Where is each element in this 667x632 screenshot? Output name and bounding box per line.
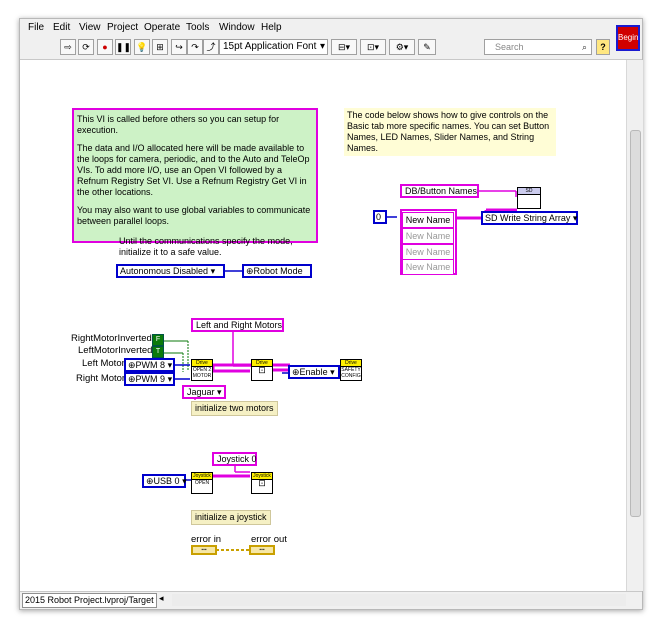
scroll-left-icon[interactable]: ◂ <box>159 593 164 604</box>
menu-bar: File Edit View Project Operate Tools Win… <box>20 19 642 37</box>
joystick-refnum-set-vi[interactable]: Joystick ⊡ <box>251 472 273 494</box>
robot-mode-label: Robot Mode <box>253 266 303 276</box>
error-out-indicator[interactable]: ▪▪▪ <box>249 545 275 555</box>
array-element[interactable]: New Name <box>402 244 454 260</box>
error-out-label: error out <box>251 534 287 545</box>
joystick-refnum-name[interactable]: Joystick 0 <box>212 452 257 466</box>
jaguar-constant-value: Jaguar <box>187 387 215 397</box>
error-in-label: error in <box>191 534 222 545</box>
right-inverted-constant[interactable]: F <box>152 334 164 346</box>
distribute-objects-icon[interactable]: ⊡▾ <box>360 39 386 55</box>
setup-comment: This VI is called before others so you c… <box>72 108 318 243</box>
vi-icon-label: Begin <box>618 27 638 49</box>
usb-port-constant[interactable]: ⊕USB 0 ▾ <box>142 474 187 488</box>
setup-comment-p3: You may also want to use global variable… <box>77 205 311 226</box>
toolbar: ⇨ ⟳ ● ❚❚ 💡 ⊞ ↪ ↷ ⤴ 15pt Application Font… <box>20 37 642 60</box>
step-into-icon[interactable]: ↪ <box>171 39 187 55</box>
right-inverted-label: RightMotorInverted <box>71 333 152 344</box>
joystick-open-vi[interactable]: Joystick OPEN <box>191 472 213 494</box>
array-element[interactable]: New Name <box>402 228 454 244</box>
drive-refnum-set-vi[interactable]: Drive ⊡ <box>251 359 273 381</box>
context-help-icon[interactable]: ? <box>596 39 610 55</box>
sd-write-selector[interactable]: SD Write String Array ▾ <box>481 211 578 225</box>
retain-wire-values-icon[interactable]: ⊞ <box>152 39 168 55</box>
vertical-scrollbar[interactable] <box>626 60 643 591</box>
reorder-icon[interactable]: ⚙▾ <box>389 39 415 55</box>
array-index[interactable]: 0 <box>373 210 387 224</box>
pause-icon[interactable]: ❚❚ <box>115 39 131 55</box>
refnum-set-icon: ⊡ <box>258 365 266 375</box>
error-in-control[interactable]: ▪▪▪ <box>191 545 217 555</box>
diagram-canvas[interactable]: This VI is called before others so you c… <box>20 60 626 591</box>
abort-icon[interactable]: ● <box>97 39 113 55</box>
left-motor-label: Left Motor <box>82 358 125 369</box>
left-motor-pwm-value: PWM 8 <box>135 360 166 370</box>
run-continuously-icon[interactable]: ⟳ <box>78 39 94 55</box>
safety-config-vi-text: SAFETY CONFIG <box>341 367 361 379</box>
menu-help[interactable]: Help <box>261 22 282 33</box>
run-arrow-icon[interactable]: ⇨ <box>60 39 76 55</box>
horizontal-scrollbar[interactable] <box>172 594 626 606</box>
right-motor-label: Right Motor <box>76 373 126 384</box>
menu-view[interactable]: View <box>79 22 101 33</box>
menu-edit[interactable]: Edit <box>53 22 70 33</box>
safety-config-vi-label: Drive <box>341 360 361 367</box>
block-diagram-window: File Edit View Project Operate Tools Win… <box>19 18 643 610</box>
vi-icon: Begin <box>616 25 640 51</box>
right-motor-pwm[interactable]: ⊕PWM 9 ▾ <box>124 372 175 386</box>
joystick-open-vi-text: OPEN <box>194 480 210 486</box>
right-motor-pwm-value: PWM 9 <box>135 374 166 384</box>
menu-file[interactable]: File <box>28 22 44 33</box>
step-over-icon[interactable]: ↷ <box>187 39 203 55</box>
clean-up-diagram-icon[interactable]: ✎ <box>418 39 436 55</box>
font-selector-value: 15pt Application Font <box>223 41 317 52</box>
search-icon: ⌕ <box>581 42 587 52</box>
array-element[interactable]: New Name <box>402 259 454 275</box>
joystick-open-vi-label: Joystick <box>192 473 212 480</box>
step-out-icon[interactable]: ⤴ <box>203 39 219 55</box>
usb-port-value: USB 0 <box>153 476 180 486</box>
highlight-execution-icon[interactable]: 💡 <box>134 39 150 55</box>
menu-window[interactable]: Window <box>219 22 255 33</box>
safety-config-vi[interactable]: Drive SAFETY CONFIG <box>340 359 362 381</box>
enable-constant[interactable]: ⊕Enable ▾ <box>288 365 340 379</box>
mode-constant[interactable]: Autonomous Disabled ▾ <box>116 264 225 278</box>
motors-comment: initialize two motors <box>191 401 278 416</box>
sd-write-vi[interactable]: SD <box>517 187 541 209</box>
search-input[interactable]: Search ⌕ <box>484 39 592 55</box>
joystick-comment: initialize a joystick <box>191 510 271 525</box>
align-objects-icon[interactable]: ⊟▾ <box>331 39 357 55</box>
names-array[interactable]: New Name New Name New Name New Name <box>400 209 457 275</box>
open-2-motor-vi-label: Drive <box>192 360 212 367</box>
left-inverted-constant[interactable]: T <box>152 346 164 358</box>
sd-write-vi-label: SD <box>518 188 540 195</box>
search-placeholder: Search <box>495 42 524 52</box>
refnum-set-icon: ⊡ <box>258 478 266 488</box>
project-path[interactable]: 2015 Robot Project.lvproj/Target <box>22 593 157 608</box>
names-comment: The code below shows how to give control… <box>344 108 556 156</box>
motors-refnum-name[interactable]: Left and Right Motors <box>191 318 284 332</box>
robot-mode-indicator[interactable]: ⊕Robot Mode <box>242 264 312 278</box>
db-button-names[interactable]: DB/Button Names <box>400 184 479 198</box>
setup-comment-p2: The data and I/O allocated here will be … <box>77 143 310 197</box>
jaguar-constant[interactable]: Jaguar ▾ <box>182 385 226 399</box>
mode-comment: Until the communications specify the mod… <box>119 236 293 257</box>
font-selector[interactable]: 15pt Application Font ▾ <box>219 39 328 55</box>
open-2-motor-vi-text: OPEN 2 MOTOR <box>192 367 212 379</box>
setup-comment-p1: This VI is called before others so you c… <box>77 114 280 135</box>
vertical-scroll-thumb[interactable] <box>630 130 641 517</box>
array-element[interactable]: New Name <box>402 212 454 228</box>
menu-tools[interactable]: Tools <box>186 22 209 33</box>
open-2-motor-vi[interactable]: Drive OPEN 2 MOTOR <box>191 359 213 381</box>
status-bar: 2015 Robot Project.lvproj/Target ◂ <box>20 591 642 609</box>
sd-write-selector-value: SD Write String Array <box>485 213 571 223</box>
left-inverted-label: LeftMotorInverted <box>78 345 153 356</box>
enable-constant-value: Enable <box>299 367 328 377</box>
left-motor-pwm[interactable]: ⊕PWM 8 ▾ <box>124 358 175 372</box>
menu-project[interactable]: Project <box>107 22 138 33</box>
mode-constant-value: Autonomous Disabled <box>120 266 209 276</box>
menu-operate[interactable]: Operate <box>144 22 180 33</box>
chevron-down-icon: ▾ <box>319 41 325 52</box>
